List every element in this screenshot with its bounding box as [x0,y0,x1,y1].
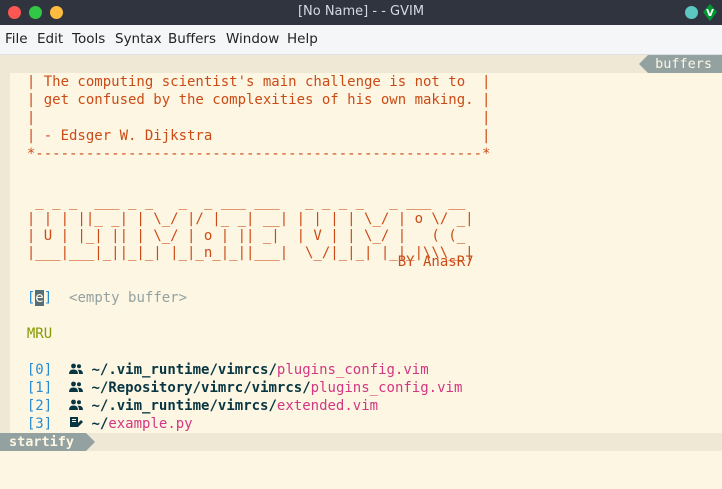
window-title: [No Name] - - GVIM [297,4,425,19]
users-icon [69,381,84,392]
vim-logo-icon: V [703,4,717,21]
mru-filename: plugins_config.vim [276,362,429,378]
mru-index: [2] [26,398,53,414]
menu-edit[interactable]: Edit [37,31,63,47]
cursor: e [35,290,44,306]
users-icon [69,363,84,374]
menu-tools[interactable]: Tools [72,31,105,47]
mru-item[interactable]: [1] ~/Repository/vimrc/vimrcs/plugins_co… [10,379,463,397]
app-indicator-icon[interactable] [685,6,698,19]
svg-text:V: V [706,8,714,19]
editor-area[interactable]: | The computing scientist's main challen… [0,73,722,433]
banner-line: | | | ||_ _| | \_/ |/ |_ _| __| | | | | … [10,211,474,227]
sign-column [0,73,10,433]
mru-item[interactable]: [2] ~/.vim_runtime/vimrcs/extended.vim [10,397,378,415]
quote-line: | | [10,110,491,126]
command-line[interactable] [0,451,722,489]
tabline: buffers [0,55,722,73]
empty-buffer-label: <empty buffer> [69,290,188,306]
menu-syntax[interactable]: Syntax [115,31,162,47]
quote-line: | The computing scientist's main challen… [10,74,491,90]
mru-index: [1] [26,380,53,396]
quote-line: | - Edsger W. Dijkstra | [10,128,491,144]
mru-header: MRU [10,326,53,342]
mru-filename: example.py [108,416,193,432]
banner-line: | U | |_| || | \_/ | o | || _| | V | | \… [10,228,466,244]
mru-filename: plugins_config.vim [310,380,463,396]
mru-item[interactable]: [0] ~/.vim_runtime/vimrcs/plugins_config… [10,361,429,379]
mru-filename: extended.vim [276,398,379,414]
file-edit-icon [70,417,84,427]
status-line: startify [0,433,722,451]
empty-buffer-entry[interactable]: [e] <empty buffer> [10,289,187,307]
title-bar: [No Name] - - GVIM V [0,0,722,25]
menu-window[interactable]: Window [226,31,279,47]
banner-line: _ _ _ ___ _ _ _ _ ___ ___ _ _ _ _ _ ___ … [10,194,466,210]
menu-buffers[interactable]: Buffers [168,31,216,47]
quote-border: *---------------------------------------… [10,146,491,162]
menu-bar: File Edit Tools Syntax Buffers Window He… [0,25,722,55]
menu-file[interactable]: File [5,31,28,47]
buffers-tab[interactable]: buffers [639,55,722,73]
status-mode: startify [0,433,96,451]
mru-item[interactable]: [3] ~/example.py [10,415,193,433]
banner-byline: BY AnasR7 [10,254,474,270]
quote-line: | get confused by the complexities of hi… [10,92,491,108]
mru-index: [3] [26,416,53,432]
menu-help[interactable]: Help [287,31,318,47]
users-icon [69,399,84,410]
mru-index: [0] [26,362,53,378]
